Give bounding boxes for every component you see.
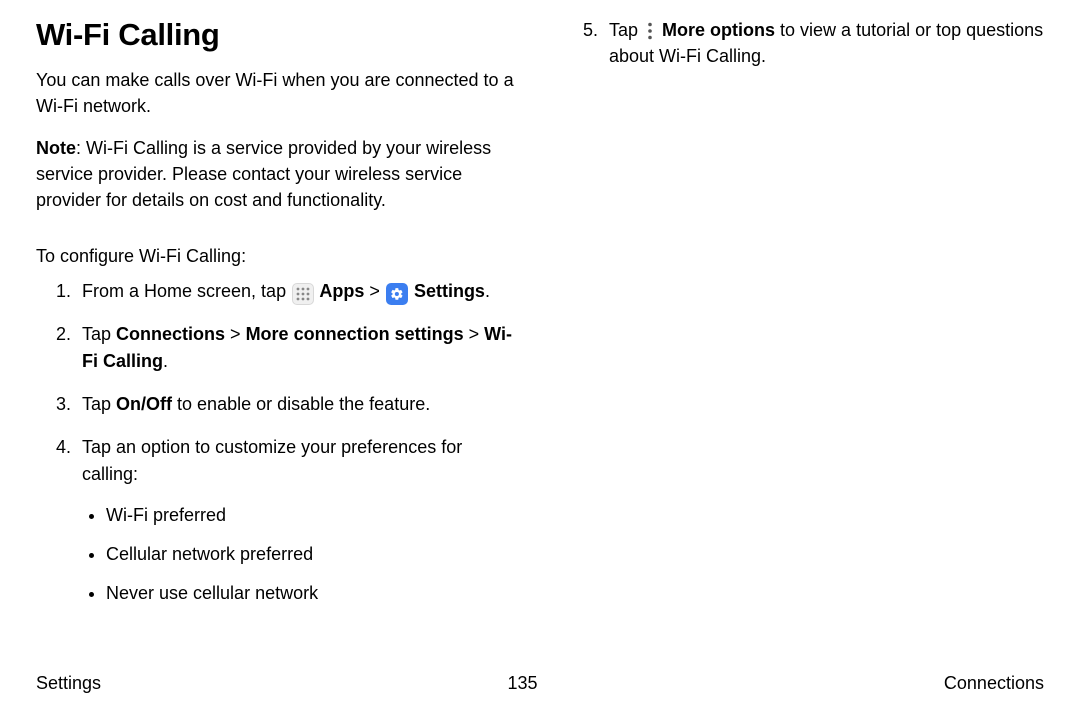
apps-icon bbox=[292, 283, 314, 305]
step1-end: . bbox=[485, 281, 490, 301]
settings-label: Settings bbox=[409, 281, 485, 301]
step4-text: Tap an option to customize your preferen… bbox=[82, 437, 462, 484]
step2-sep2: > bbox=[464, 324, 485, 344]
settings-icon bbox=[386, 283, 408, 305]
step2-b1: Connections bbox=[116, 324, 225, 344]
step2-pre: Tap bbox=[82, 324, 116, 344]
apps-label: Apps bbox=[315, 281, 364, 301]
footer-left: Settings bbox=[36, 673, 101, 694]
option-wifi-preferred: Wi-Fi preferred bbox=[106, 502, 517, 529]
step5-pre: Tap bbox=[609, 20, 643, 40]
more-options-label: More options bbox=[657, 20, 775, 40]
options-list: Wi-Fi preferred Cellular network preferr… bbox=[82, 502, 517, 607]
step-1: From a Home screen, tap Apps > Settings. bbox=[76, 278, 517, 305]
step3-b: On/Off bbox=[116, 394, 172, 414]
step1-pre: From a Home screen, tap bbox=[82, 281, 291, 301]
note-label: Note bbox=[36, 138, 76, 158]
configure-lead: To configure Wi-Fi Calling: bbox=[36, 243, 517, 270]
page-body: Wi-Fi Calling You can make calls over Wi… bbox=[0, 0, 1080, 623]
option-never-cellular: Never use cellular network bbox=[106, 580, 517, 607]
intro-paragraph: You can make calls over Wi-Fi when you a… bbox=[36, 67, 517, 119]
step1-sep: > bbox=[364, 281, 385, 301]
step-4: Tap an option to customize your preferen… bbox=[76, 434, 517, 607]
section-title: Wi-Fi Calling bbox=[36, 17, 517, 53]
step2-b2: More connection settings bbox=[246, 324, 464, 344]
right-column: Tap More options to view a tutorial or t… bbox=[563, 17, 1044, 623]
step3-post: to enable or disable the feature. bbox=[172, 394, 430, 414]
step3-pre: Tap bbox=[82, 394, 116, 414]
note-text: : Wi-Fi Calling is a service provided by… bbox=[36, 138, 491, 210]
steps-list: From a Home screen, tap Apps > Settings.… bbox=[36, 278, 517, 607]
page-footer: Settings 135 Connections bbox=[0, 673, 1080, 694]
step-2: Tap Connections > More connection settin… bbox=[76, 321, 517, 375]
step2-sep1: > bbox=[225, 324, 246, 344]
step-5: Tap More options to view a tutorial or t… bbox=[603, 17, 1044, 69]
left-column: Wi-Fi Calling You can make calls over Wi… bbox=[36, 17, 517, 623]
steps-list-continued: Tap More options to view a tutorial or t… bbox=[563, 17, 1044, 69]
step-3: Tap On/Off to enable or disable the feat… bbox=[76, 391, 517, 418]
footer-pagenum: 135 bbox=[507, 673, 537, 694]
note-paragraph: Note: Wi-Fi Calling is a service provide… bbox=[36, 135, 517, 213]
step2-end: . bbox=[163, 351, 168, 371]
footer-right: Connections bbox=[944, 673, 1044, 694]
more-options-icon bbox=[643, 20, 657, 42]
option-cellular-preferred: Cellular network preferred bbox=[106, 541, 517, 568]
